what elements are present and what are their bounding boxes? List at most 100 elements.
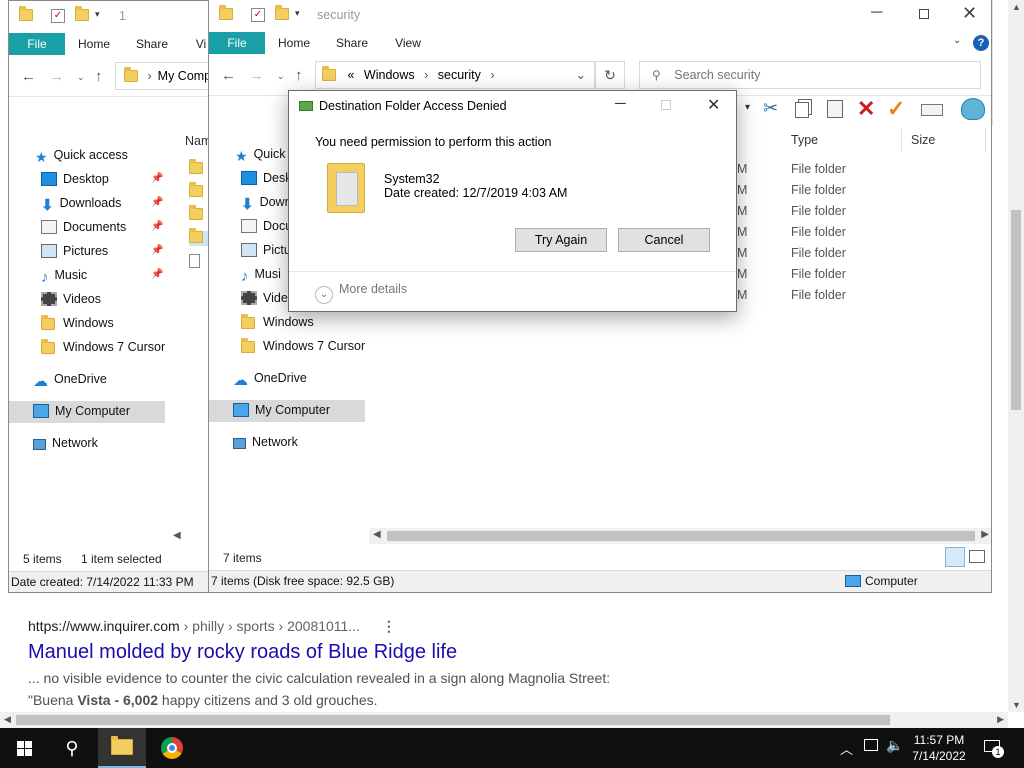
file-row[interactable]: M File folder (729, 202, 929, 223)
nav-pictures[interactable]: Pictu (241, 238, 291, 262)
new-folder-icon[interactable] (275, 5, 289, 22)
file-row[interactable]: M File folder (729, 244, 929, 265)
file-row[interactable]: M File folder (729, 160, 929, 181)
start-button[interactable] (0, 728, 48, 768)
result-url-line[interactable]: https://www.inquirer.com › philly › spor… (28, 618, 728, 635)
tab-share[interactable]: Share (329, 32, 375, 54)
file-row[interactable]: M File folder (729, 181, 929, 202)
nav-windows[interactable]: Windows (241, 310, 314, 334)
forward-icon[interactable]: → (49, 68, 64, 85)
pin-icon[interactable]: 📌 (151, 221, 163, 232)
nav-music[interactable]: ♪ Musi (241, 262, 281, 286)
nav-pictures[interactable]: Pictures (41, 239, 108, 263)
column-type[interactable]: Type (791, 133, 818, 147)
scroll-down-icon[interactable]: ▼ (1012, 700, 1021, 710)
cut-icon[interactable]: ✂ (763, 98, 778, 119)
file-explorer-taskbar-button[interactable] (98, 728, 146, 768)
up-icon[interactable]: ↑ (95, 68, 103, 85)
forward-icon[interactable]: → (249, 67, 264, 84)
address-part-windows[interactable]: Windows (364, 68, 415, 82)
copy-icon[interactable] (795, 102, 809, 118)
nav-my-computer[interactable]: My Computer (233, 398, 330, 422)
tab-home[interactable]: Home (271, 32, 317, 54)
recent-icon[interactable]: ⌄ (277, 71, 285, 82)
back-icon[interactable]: ← (21, 68, 36, 85)
ribbon-expand-icon[interactable]: ⌄ (953, 35, 961, 46)
shell-icon[interactable] (961, 98, 985, 120)
file-row[interactable]: M File folder (729, 265, 929, 286)
customize-qa-icon[interactable]: ▾ (95, 9, 109, 23)
address-dropdown-icon[interactable]: ⌄ (576, 62, 586, 88)
more-options-icon[interactable]: ⋮ (382, 618, 396, 634)
search-button[interactable]: ⚲ (48, 728, 96, 768)
back-address-bar[interactable]: › My Comp (115, 62, 215, 90)
help-icon[interactable]: ? (973, 35, 989, 51)
browser-hscroll[interactable]: ◀ ▶ (0, 712, 1008, 728)
new-folder-icon[interactable] (75, 6, 89, 23)
network-tray-icon[interactable] (864, 739, 878, 751)
nav-network[interactable]: Network (33, 431, 98, 455)
nav-videos[interactable]: Videos (41, 287, 101, 311)
chrome-taskbar-button[interactable] (148, 728, 196, 768)
show-hidden-icons-icon[interactable]: ︿ (840, 739, 853, 758)
front-hscroll[interactable]: ◀ ▶ (369, 528, 991, 544)
nav-quick-access[interactable]: ★ Quick a (235, 142, 296, 166)
nav-windows[interactable]: Windows (41, 311, 114, 335)
refresh-button[interactable]: ↻ (595, 61, 625, 89)
close-icon[interactable]: ✕ (707, 95, 720, 115)
nav-windows7-cursor[interactable]: Windows 7 Cursor (241, 334, 365, 358)
paste-icon[interactable] (827, 100, 843, 118)
volume-icon[interactable]: 🔈 (886, 737, 903, 754)
pin-icon[interactable]: 📌 (151, 173, 163, 184)
notifications-button[interactable]: 1 (982, 738, 1004, 758)
address-overflow[interactable]: « (347, 68, 354, 82)
rename-icon[interactable] (921, 104, 943, 116)
close-icon[interactable]: ✕ (962, 3, 977, 24)
back-hscroll[interactable]: ◀ (169, 529, 209, 545)
pin-icon[interactable]: 📌 (151, 269, 163, 280)
scroll-right-icon[interactable]: ▶ (997, 714, 1004, 725)
more-details-toggle[interactable]: ⌄ More details (315, 282, 407, 304)
tab-view[interactable]: View (387, 32, 429, 54)
nav-downloads[interactable]: ⬇ Downloads (41, 191, 121, 215)
back-icon[interactable]: ← (221, 67, 236, 84)
tab-home[interactable]: Home (71, 33, 117, 55)
properties-icon[interactable]: ✓ (51, 9, 65, 23)
front-titlebar[interactable]: ✓ ▾ security ─ ✕ (209, 0, 991, 32)
pin-icon[interactable]: 📌 (151, 245, 163, 256)
dropdown-icon[interactable]: ▾ (745, 102, 750, 113)
file-row[interactable]: M File folder (729, 286, 929, 307)
nav-quick-access[interactable]: ★ Quick access (35, 143, 128, 167)
try-again-button[interactable]: Try Again (515, 228, 607, 252)
front-address-bar[interactable]: « Windows › security › ⌄ (315, 61, 595, 89)
delete-icon[interactable]: ✕ (857, 96, 875, 122)
file-row[interactable]: M File folder (729, 223, 929, 244)
search-input[interactable]: ⚲ Search security (639, 61, 981, 89)
minimize-icon[interactable]: ─ (615, 95, 626, 112)
tab-file[interactable]: File (9, 33, 65, 55)
details-view-icon[interactable] (945, 547, 965, 567)
scroll-thumb[interactable] (1011, 210, 1021, 410)
nav-downloads[interactable]: ⬇ Down (241, 190, 292, 214)
cancel-button[interactable]: Cancel (618, 228, 710, 252)
nav-network[interactable]: Network (233, 430, 298, 454)
nav-onedrive[interactable]: ☁ OneDrive (33, 367, 107, 391)
customize-qa-icon[interactable]: ▾ (295, 8, 309, 22)
address-part-security[interactable]: security (438, 68, 481, 82)
nav-desktop[interactable]: Deskt (241, 166, 295, 190)
up-icon[interactable]: ↑ (295, 67, 303, 84)
nav-documents[interactable]: Documents (41, 215, 126, 239)
properties-icon[interactable]: ✓ (251, 8, 265, 22)
check-icon[interactable]: ✓ (887, 96, 905, 122)
scroll-left-icon[interactable]: ◀ (4, 714, 11, 725)
nav-my-computer[interactable]: My Computer (33, 399, 130, 423)
scroll-up-icon[interactable]: ▲ (1012, 2, 1021, 12)
nav-music[interactable]: ♪ Music (41, 263, 87, 287)
browser-vscroll[interactable]: ▲ ▼ (1008, 0, 1024, 712)
large-icons-view-icon[interactable] (969, 550, 985, 563)
pin-icon[interactable]: 📌 (151, 197, 163, 208)
recent-icon[interactable]: ⌄ (77, 72, 85, 83)
tab-file[interactable]: File (209, 32, 265, 54)
minimize-icon[interactable]: ─ (871, 4, 882, 22)
dialog-titlebar[interactable]: Destination Folder Access Denied ─ ✕ (289, 91, 736, 121)
